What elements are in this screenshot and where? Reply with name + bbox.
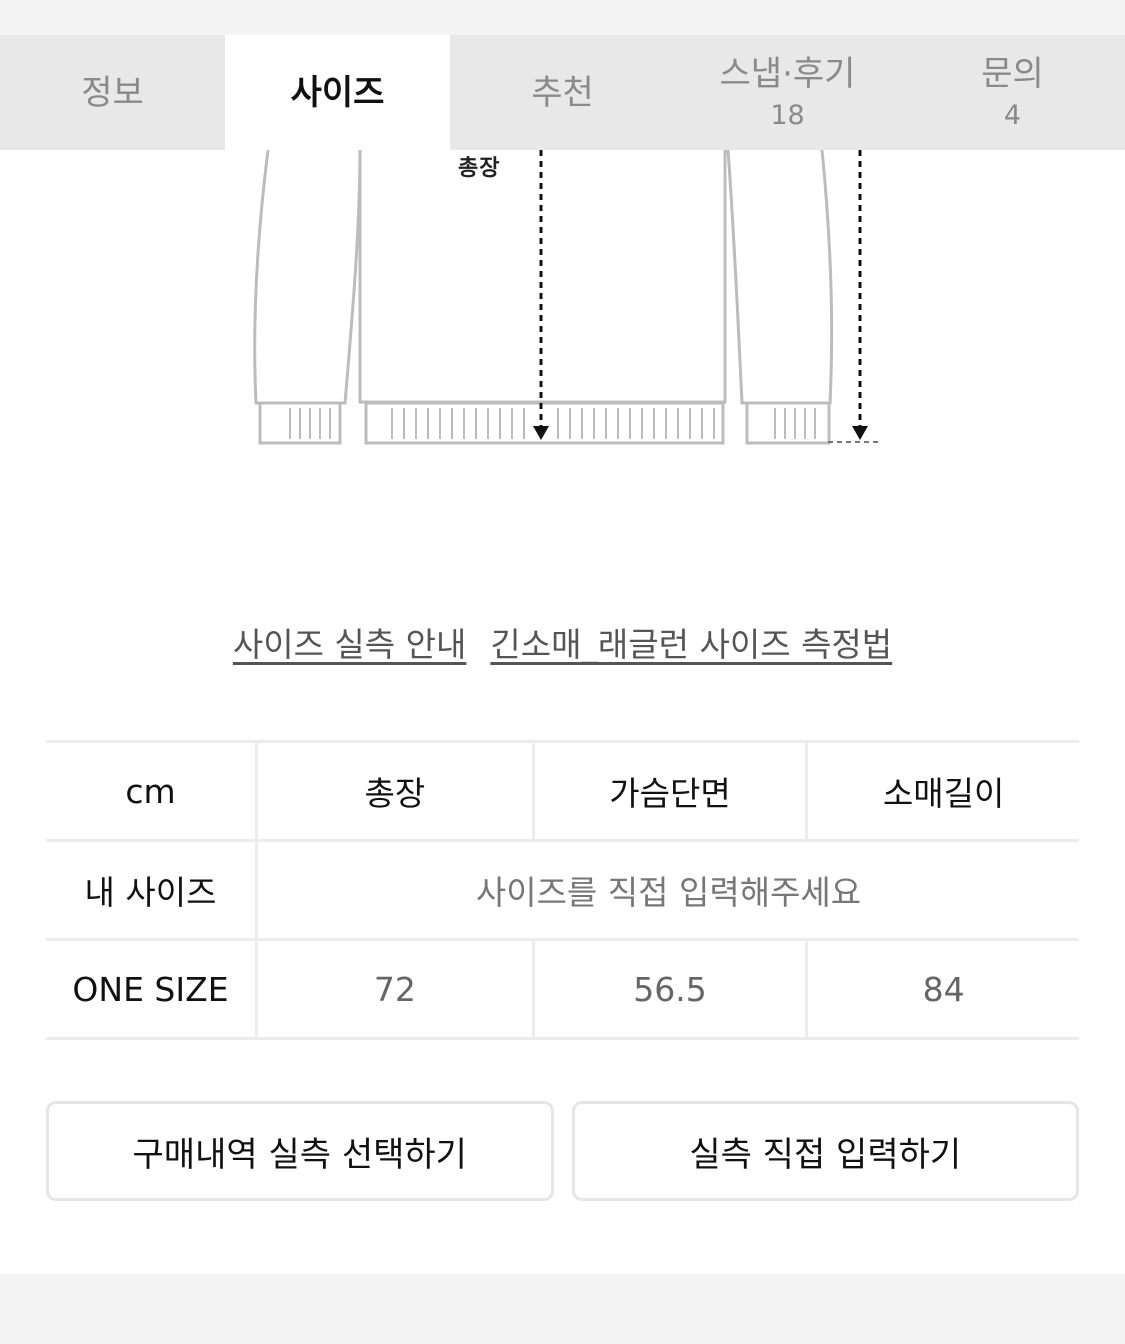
column-header: 총장 [258, 740, 532, 839]
tab-label: 추천 [531, 72, 594, 113]
size-table: cm 총장 가슴단면 소매길이 내 사이즈 사이즈를 직접 입력해주세요 ONE… [46, 740, 1079, 1040]
tab-count: 18 [770, 99, 805, 131]
unit-header: cm [46, 740, 258, 839]
size-label: ONE SIZE [46, 938, 258, 1040]
my-size-label: 내 사이즈 [46, 839, 258, 938]
tab-info[interactable]: 정보 [0, 35, 225, 150]
table-header-row: cm 총장 가슴단면 소매길이 [46, 740, 1079, 839]
my-size-row: 내 사이즈 사이즈를 직접 입력해주세요 [46, 839, 1079, 938]
measure-label-length: 총장 [458, 156, 501, 181]
table-cell: 56.5 [531, 938, 806, 1040]
raglan-measure-link[interactable]: 긴소매_래글런 사이즈 측정법 [490, 618, 892, 666]
tab-label: 사이즈 [290, 72, 385, 113]
bottom-strip [0, 1274, 1125, 1344]
hem-band [364, 401, 725, 445]
table-cell: 84 [805, 938, 1079, 1040]
size-guide-link[interactable]: 사이즈 실측 안내 [233, 618, 467, 666]
table-row: ONE SIZE 72 56.5 84 [46, 938, 1079, 1040]
tab-snap-review[interactable]: 스냅·후기 18 [675, 35, 900, 150]
tab-size[interactable]: 사이즈 [225, 35, 450, 150]
column-header: 소매길이 [805, 740, 1079, 839]
my-size-input-prompt[interactable]: 사이즈를 직접 입력해주세요 [258, 839, 1079, 938]
tab-inquiry[interactable]: 문의 4 [900, 35, 1125, 150]
table-cell: 72 [258, 938, 532, 1040]
top-strip [0, 0, 1125, 35]
size-content: 총장 사이즈 실측 안내 긴소매_래글런 사이즈 측정법 cm 총장 가슴단면 … [0, 150, 1125, 1274]
right-cuff [745, 401, 831, 445]
tab-recommend[interactable]: 추천 [450, 35, 675, 150]
enter-measurement-button[interactable]: 실측 직접 입력하기 [571, 1101, 1079, 1201]
tab-label: 문의 [981, 53, 1044, 94]
tab-label: 정보 [81, 72, 144, 113]
button-row: 구매내역 실측 선택하기 실측 직접 입력하기 [46, 1101, 1079, 1201]
rib-lines [289, 408, 816, 439]
select-from-purchases-button[interactable]: 구매내역 실측 선택하기 [46, 1101, 554, 1201]
right-sleeve [726, 150, 834, 405]
column-header: 가슴단면 [531, 740, 806, 839]
tab-count: 4 [1003, 99, 1022, 131]
garment-size-illustration [253, 150, 878, 445]
size-guide-links: 사이즈 실측 안내 긴소매_래글런 사이즈 측정법 [0, 618, 1125, 666]
tab-label: 스냅·후기 [719, 53, 856, 94]
left-sleeve [253, 150, 362, 405]
tab-bar: 정보 사이즈 추천 스냅·후기 18 문의 4 [0, 35, 1125, 150]
